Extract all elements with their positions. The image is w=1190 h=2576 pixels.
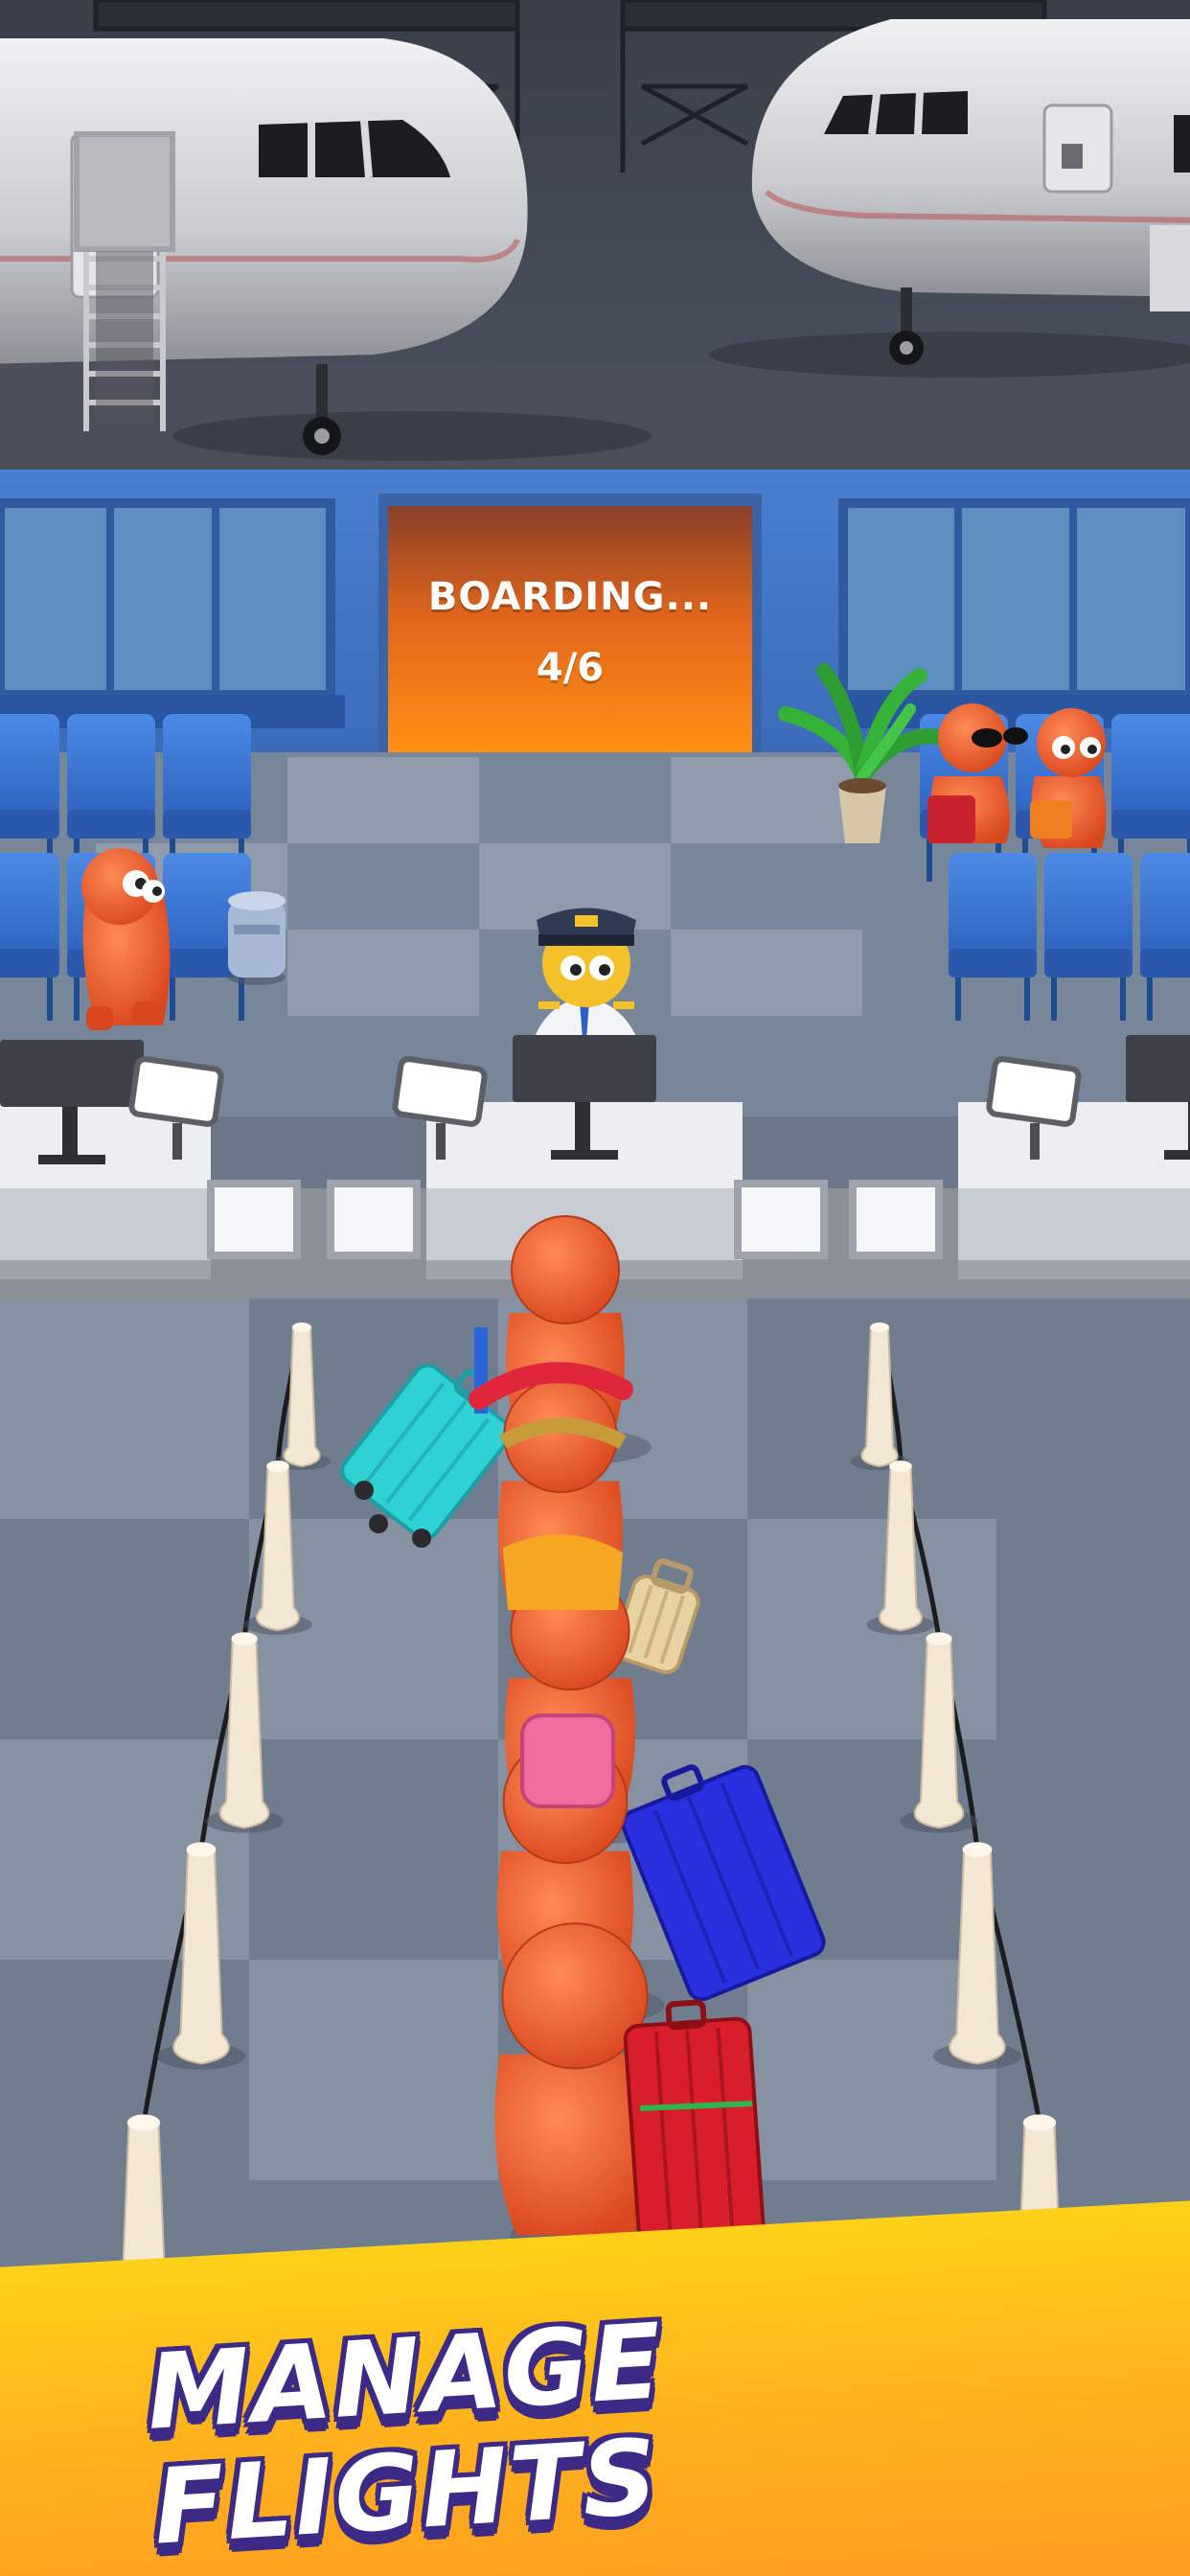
trash-bin <box>228 891 286 985</box>
belt-slot <box>207 1180 301 1259</box>
belt-slot <box>734 1180 828 1259</box>
airport-gate-scene <box>0 0 1190 2369</box>
belt-slot <box>849 1180 943 1259</box>
boarding-status-text: BOARDING... <box>427 575 713 619</box>
boarding-gate-screen <box>388 506 752 752</box>
boarding-progress-counter: 4/6 <box>536 646 605 690</box>
game-viewport[interactable]: BOARDING... 4/6 MANAGE FLIGHTS <box>0 0 1190 2576</box>
belt-slot <box>327 1180 421 1259</box>
checkin-desk <box>958 1102 1190 1279</box>
suitcase-icon <box>623 1999 767 2258</box>
terminal-window-left <box>0 498 345 728</box>
passenger-seated-right <box>1030 708 1107 848</box>
